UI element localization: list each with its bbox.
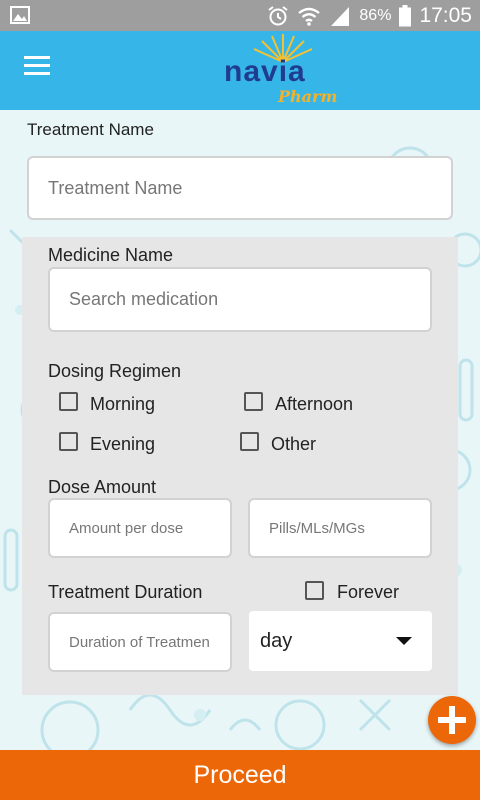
evening-checkbox[interactable] [59,432,78,451]
treatment-name-input[interactable]: Treatment Name [27,156,453,220]
treatment-duration-label: Treatment Duration [48,582,203,602]
battery-percent: 86% [359,6,392,24]
morning-label: Morning [90,394,156,414]
logo-wordmark: navia [224,55,306,88]
treatment-name-label: Treatment Name [27,120,154,139]
medicine-name-label: Medicine Name [48,245,174,265]
other-label: Other [271,434,317,454]
duration-unit-value: day [260,630,293,652]
alarm-icon [268,5,289,25]
other-checkbox[interactable] [240,432,259,451]
forever-checkbox[interactable] [305,581,324,600]
signal-icon [331,6,350,26]
status-bar: 86% 17:05 [0,0,480,31]
dosing-regimen-label: Dosing Regimen [48,361,182,381]
duration-unit-select[interactable]: day [249,611,432,671]
status-icons: 86% 17:05 [267,0,472,31]
logo-subtitle: Pharm [278,87,338,106]
dose-unit-input[interactable]: Pills/MLs/MGs [248,498,432,558]
app-bar: navia Pharm [0,31,480,110]
add-medicine-button[interactable] [428,696,476,744]
clock: 17:05 [419,3,472,27]
dropdown-arrow-icon [396,637,412,645]
medicine-search-input[interactable]: Search medication [48,267,432,332]
afternoon-checkbox[interactable] [244,392,263,411]
hamburger-icon[interactable] [24,56,50,76]
forever-label: Forever [337,582,400,602]
app-logo: navia Pharm [224,31,344,110]
amount-per-dose-input[interactable]: Amount per dose [48,498,232,558]
wifi-icon [298,7,321,26]
treatment-form: Treatment Name Treatment Name Medicine N… [0,110,480,750]
morning-checkbox[interactable] [59,392,78,411]
dose-amount-label: Dose Amount [48,477,157,497]
afternoon-label: Afternoon [275,394,354,414]
gallery-icon [10,6,30,24]
battery-icon [399,4,412,26]
medicine-panel: Medicine Name Search medication Dosing R… [22,237,458,695]
duration-input[interactable]: Duration of Treatmen [48,612,232,672]
proceed-button[interactable]: Proceed [0,750,480,800]
evening-label: Evening [90,434,156,454]
